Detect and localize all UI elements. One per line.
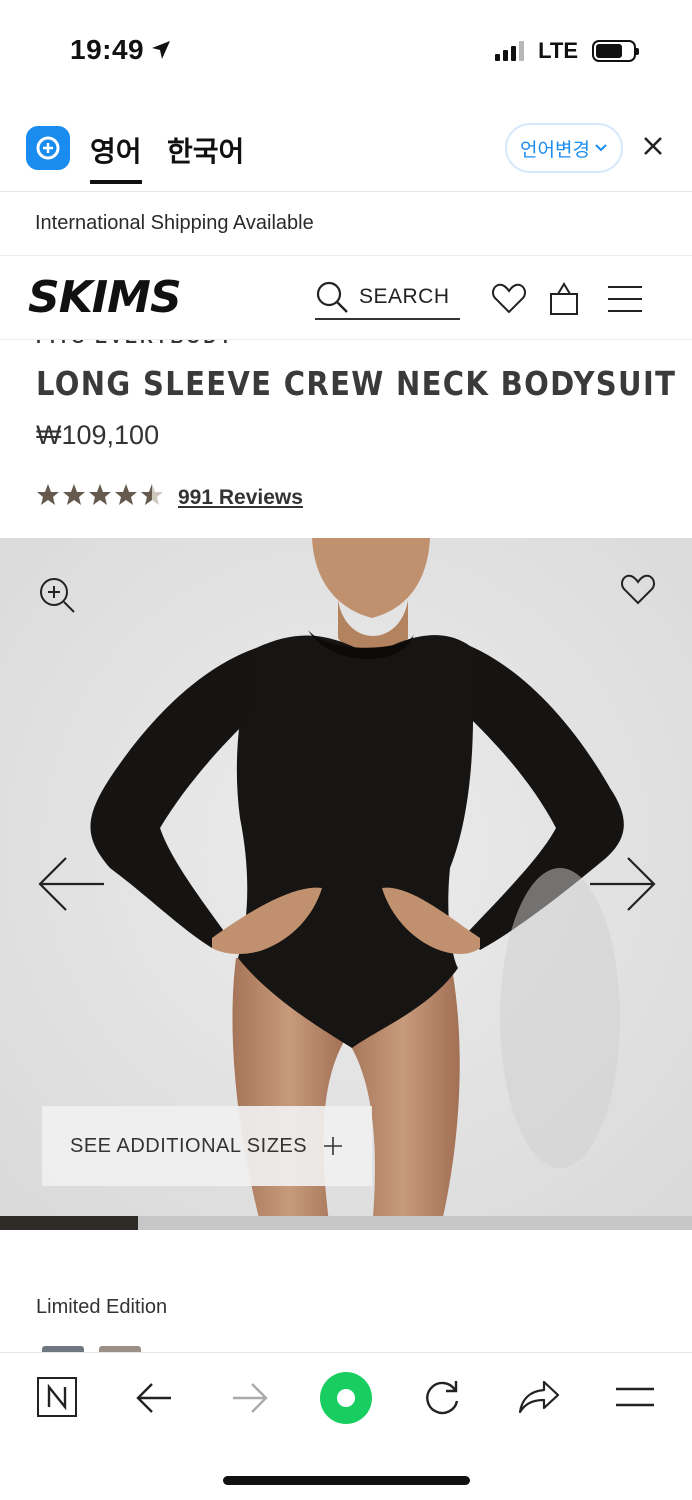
menu-icon[interactable] xyxy=(615,1387,655,1412)
sizes-button-label: SEE ADDITIONAL SIZES xyxy=(70,1134,308,1157)
star-icon xyxy=(89,484,111,505)
rating-stars[interactable] xyxy=(36,483,164,507)
gallery-progress-fill xyxy=(0,1216,139,1230)
battery-icon xyxy=(592,40,639,62)
location-arrow-icon xyxy=(152,41,171,59)
previous-image-arrow-icon[interactable] xyxy=(36,854,106,919)
product-gallery[interactable]: SEE ADDITIONAL SIZES xyxy=(0,538,692,1230)
status-bar: 19:49 LTE xyxy=(0,0,692,104)
close-icon[interactable] xyxy=(642,134,664,162)
share-icon[interactable] xyxy=(518,1379,560,1420)
shipping-text: International Shipping Available xyxy=(35,212,314,234)
hamburger-menu-icon[interactable] xyxy=(607,284,643,319)
shopping-bag-icon[interactable] xyxy=(548,280,580,321)
logo-text: SKIMS xyxy=(28,274,181,318)
product-price: ₩109,100 xyxy=(36,420,160,450)
limited-edition-label: Limited Edition xyxy=(36,1296,168,1318)
star-icon xyxy=(63,484,85,505)
wishlist-heart-icon[interactable] xyxy=(492,282,526,319)
see-additional-sizes-button[interactable]: SEE ADDITIONAL SIZES xyxy=(42,1106,372,1186)
time-text: 19:49 xyxy=(70,34,145,65)
reviews-link[interactable]: 991 Reviews xyxy=(178,486,303,510)
reload-icon[interactable] xyxy=(422,1377,462,1422)
plus-icon xyxy=(324,1137,343,1155)
chevron-down-icon xyxy=(595,144,607,152)
tab-korean[interactable]: 한국어 xyxy=(167,130,244,180)
green-home-icon[interactable] xyxy=(319,1371,373,1430)
star-icon xyxy=(37,484,59,505)
search-icon xyxy=(316,281,348,313)
papago-logo-icon[interactable] xyxy=(26,126,70,170)
naver-n-icon[interactable] xyxy=(37,1377,77,1422)
status-time: 19:49 xyxy=(70,34,172,66)
forward-arrow-icon[interactable] xyxy=(231,1381,269,1420)
search-label: SEARCH xyxy=(359,285,450,308)
home-indicator xyxy=(223,1476,470,1485)
gallery-progress xyxy=(0,1216,692,1230)
star-icon xyxy=(115,484,137,505)
network-label: LTE xyxy=(538,38,578,63)
shipping-banner: International Shipping Available xyxy=(0,192,692,256)
zoom-in-icon[interactable] xyxy=(38,576,76,619)
signal-icon xyxy=(495,41,525,61)
change-language-button[interactable]: 언어변경 xyxy=(505,123,623,173)
site-header: SKIMS SEARCH xyxy=(0,256,692,340)
half-star-icon xyxy=(141,484,163,505)
change-language-label: 언어변경 xyxy=(520,139,590,161)
back-arrow-icon[interactable] xyxy=(135,1381,173,1420)
tab-english[interactable]: 영어 xyxy=(90,130,142,184)
next-image-arrow-icon[interactable] xyxy=(588,854,658,919)
product-title: LONG SLEEVE CREW NECK BODYSUIT xyxy=(36,364,677,403)
search-field[interactable]: SEARCH xyxy=(315,276,460,320)
favorite-heart-icon[interactable] xyxy=(620,572,656,611)
skims-logo[interactable]: SKIMS xyxy=(28,272,200,323)
translator-bar: 영어 한국어 언어변경 xyxy=(0,104,692,192)
